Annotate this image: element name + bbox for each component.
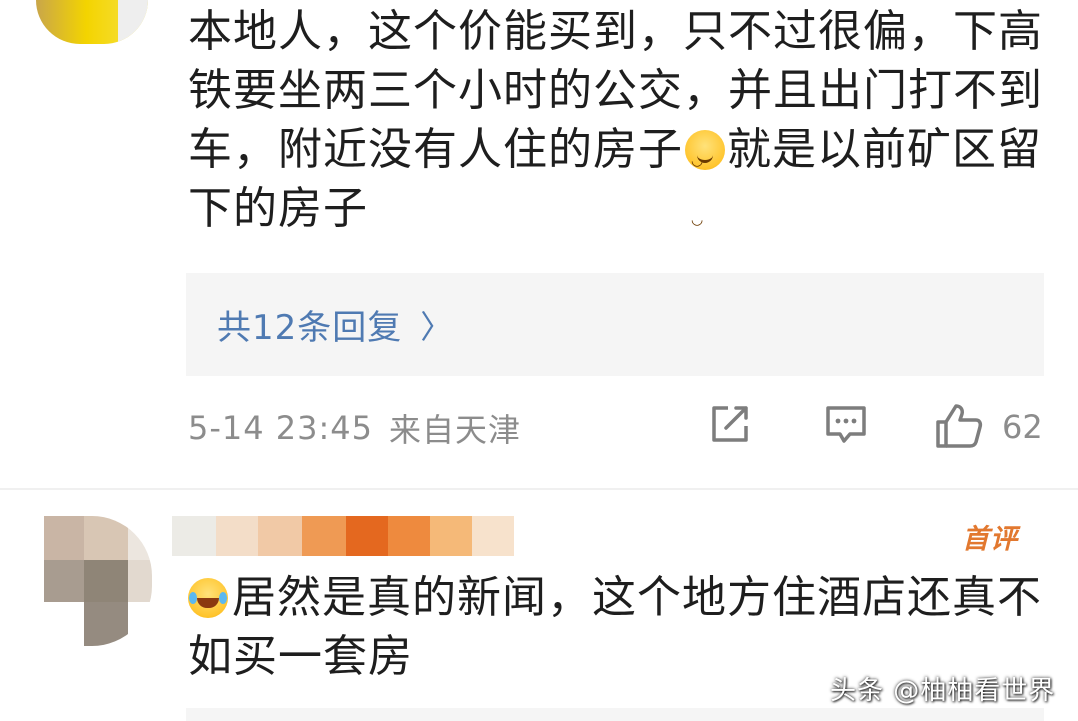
comment-location: 来自天津 [389, 411, 522, 449]
first-comment-badge: 首评 [962, 524, 1018, 555]
comment-1-meta-row: 5-14 23:45 来自天津 62 [188, 402, 1048, 454]
chevron-right-icon: 〉 [420, 307, 453, 346]
replies-count-label: 共12条回复 [217, 308, 403, 348]
comment-2-text-content: 居然是真的新闻，这个地方住酒店还真不如买一套房 [188, 572, 1042, 682]
comment-divider [0, 488, 1078, 490]
smile-emoji-icon [685, 130, 725, 250]
comment-1-text: 本地人，这个价能买到，只不过很偏，下高铁要坐两三个小时的公交，并且出门打不到车，… [188, 2, 1048, 250]
comment-2-text: 居然是真的新闻，这个地方住酒店还真不如买一套房 [188, 568, 1048, 686]
comment-icon[interactable] [824, 402, 868, 446]
commenter-1-avatar[interactable] [36, 0, 148, 44]
watermark: 头条 @柚柚看世界 [830, 676, 1056, 706]
reply-box-partial[interactable] [186, 708, 1044, 721]
commenter-2-avatar[interactable] [44, 516, 152, 646]
thumbs-up-icon[interactable] [934, 402, 984, 450]
laugh-cry-emoji-icon [188, 578, 228, 618]
like-count: 62 [1002, 408, 1043, 446]
commenter-2-name-blurred[interactable] [172, 516, 514, 556]
view-replies-button[interactable]: 共12条回复 〉 [186, 273, 1044, 376]
comment-timestamp: 5-14 23:45 [188, 409, 374, 447]
share-icon[interactable] [708, 402, 752, 446]
